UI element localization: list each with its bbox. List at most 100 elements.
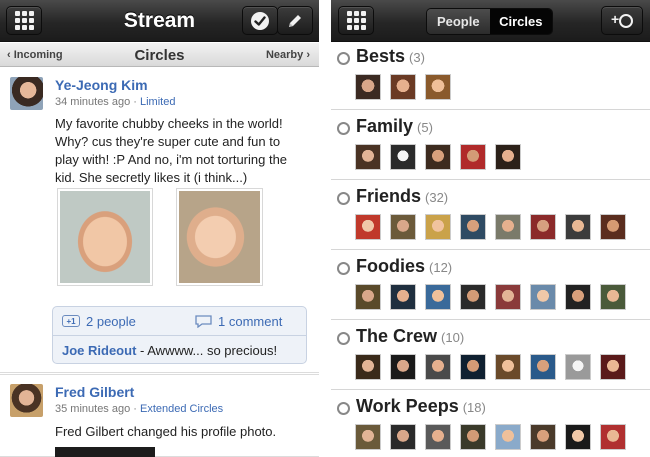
avatar[interactable] — [565, 284, 591, 310]
avatar[interactable] — [530, 214, 556, 240]
avatar[interactable] — [425, 144, 451, 170]
avatar[interactable] — [425, 214, 451, 240]
comment-count[interactable]: 1 comment — [218, 314, 282, 329]
circle-name: Friends — [356, 186, 422, 206]
comment-icon — [195, 315, 212, 328]
post-author[interactable]: Fred Gilbert — [55, 384, 134, 400]
avatar[interactable] — [495, 354, 521, 380]
circle-select-radio[interactable] — [337, 262, 350, 275]
avatar[interactable] — [10, 77, 43, 110]
tab-people[interactable]: People — [427, 9, 490, 34]
avatar[interactable] — [355, 74, 381, 100]
circle-select-radio[interactable] — [337, 52, 350, 65]
avatar[interactable] — [355, 144, 381, 170]
post-photo-preview[interactable] — [55, 447, 155, 457]
avatar[interactable] — [390, 284, 416, 310]
pencil-icon — [289, 14, 301, 27]
comment-author[interactable]: Joe Rideout — [62, 343, 136, 358]
avatar[interactable] — [460, 424, 486, 450]
tab-circles[interactable]: Circles — [489, 9, 552, 34]
circle-name: Foodies — [356, 256, 426, 276]
post-text: Fred Gilbert changed his profile photo. — [55, 424, 277, 439]
avatar[interactable] — [425, 424, 451, 450]
top-comment[interactable]: Joe Rideout - Awwww... so precious! — [62, 343, 277, 358]
nav-nearby-link[interactable]: Nearby › — [266, 49, 310, 61]
avatar[interactable] — [390, 424, 416, 450]
avatar[interactable] — [355, 424, 381, 450]
post-visibility-link[interactable]: Extended Circles — [140, 403, 223, 415]
circle-select-radio[interactable] — [337, 332, 350, 345]
avatar[interactable] — [425, 74, 451, 100]
avatar[interactable] — [390, 214, 416, 240]
avatar[interactable] — [10, 384, 43, 417]
avatar[interactable] — [460, 214, 486, 240]
plus-one-count[interactable]: 2 people — [86, 314, 136, 329]
post-time: 35 minutes ago — [55, 403, 131, 415]
circle-item-foodies[interactable]: Foodies (12) — [331, 251, 650, 320]
check-circle-icon — [251, 11, 269, 30]
circle-member-faces — [355, 144, 530, 170]
avatar[interactable] — [600, 284, 626, 310]
avatar[interactable] — [565, 424, 591, 450]
circle-member-faces — [355, 424, 635, 450]
avatar[interactable] — [530, 284, 556, 310]
apps-grid-button[interactable] — [338, 6, 374, 35]
circles-top-bar: People Circles + — [331, 0, 650, 42]
meta-separator: · — [130, 403, 140, 415]
add-circle-button[interactable]: + — [601, 6, 643, 35]
circle-item-the-crew[interactable]: The Crew (10) — [331, 321, 650, 390]
meta-separator: · — [130, 96, 140, 108]
circle-member-count: (5) — [417, 120, 433, 135]
post-photo-2[interactable] — [176, 188, 263, 286]
avatar[interactable] — [460, 284, 486, 310]
avatar[interactable] — [495, 284, 521, 310]
stream-top-bar: Stream — [0, 0, 319, 42]
avatar[interactable] — [530, 354, 556, 380]
add-circle-icon: + — [611, 11, 633, 29]
post-actions: +1 2 people 1 comment Joe Rideout - Awww… — [52, 306, 307, 364]
avatar[interactable] — [565, 214, 591, 240]
avatar[interactable] — [425, 284, 451, 310]
avatar[interactable] — [565, 354, 591, 380]
post-meta: 34 minutes ago · Limited — [55, 96, 175, 108]
circle-select-radio[interactable] — [337, 402, 350, 415]
avatar[interactable] — [460, 354, 486, 380]
avatar[interactable] — [390, 74, 416, 100]
post-author[interactable]: Ye-Jeong Kim — [55, 77, 148, 93]
compose-button[interactable] — [277, 6, 313, 35]
circle-item-bests[interactable]: Bests (3) — [331, 41, 650, 110]
avatar[interactable] — [495, 424, 521, 450]
circle-member-count: (18) — [462, 400, 486, 415]
post-visibility-link[interactable]: Limited — [140, 96, 175, 108]
post-time: 34 minutes ago — [55, 96, 131, 108]
circle-item-family[interactable]: Family (5) — [331, 111, 650, 180]
avatar[interactable] — [425, 354, 451, 380]
stream-screen: Stream ‹ Incoming Circles Nearby › Ye-Je… — [0, 0, 319, 457]
avatar[interactable] — [355, 354, 381, 380]
avatar[interactable] — [355, 284, 381, 310]
post-text: My favorite chubby cheeks in the world! … — [55, 116, 288, 185]
stream-subnav: ‹ Incoming Circles Nearby › — [0, 43, 319, 67]
circle-member-count: (3) — [409, 50, 425, 65]
avatar[interactable] — [600, 214, 626, 240]
avatar[interactable] — [495, 214, 521, 240]
circle-name: The Crew — [356, 326, 438, 346]
avatar[interactable] — [495, 144, 521, 170]
circle-name: Bests — [356, 46, 406, 66]
circle-select-radio[interactable] — [337, 122, 350, 135]
circle-item-friends[interactable]: Friends (32) — [331, 181, 650, 250]
avatar[interactable] — [355, 214, 381, 240]
circle-item-work-peeps[interactable]: Work Peeps (18) — [331, 391, 650, 457]
avatar[interactable] — [600, 424, 626, 450]
avatar[interactable] — [530, 424, 556, 450]
apps-grid-button[interactable] — [6, 6, 42, 35]
avatar[interactable] — [390, 354, 416, 380]
circle-select-radio[interactable] — [337, 192, 350, 205]
nav-incoming-link[interactable]: ‹ Incoming — [7, 49, 63, 61]
avatar[interactable] — [600, 354, 626, 380]
checkin-button[interactable] — [242, 6, 278, 35]
avatar[interactable] — [460, 144, 486, 170]
post-photo-1[interactable] — [57, 188, 153, 286]
plus-one-icon[interactable]: +1 — [62, 315, 80, 327]
avatar[interactable] — [390, 144, 416, 170]
